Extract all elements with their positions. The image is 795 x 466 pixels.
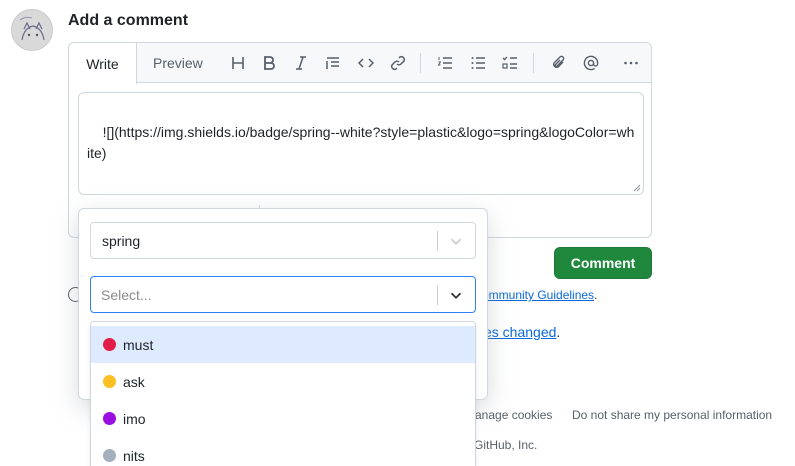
comment-textarea[interactable]: ![](https://img.shields.io/badge/spring-… xyxy=(78,92,644,195)
option-must[interactable]: must xyxy=(91,326,475,363)
select-separator xyxy=(437,231,438,251)
label-color-dot xyxy=(103,338,116,351)
label-color-dot xyxy=(103,412,116,425)
comment-body-text: ![](https://img.shields.io/badge/spring-… xyxy=(87,124,635,161)
footer-manage-cookies[interactable]: anage cookies xyxy=(475,408,552,422)
files-changed-link[interactable]: es changed xyxy=(484,324,556,340)
files-changed-note: es changed. xyxy=(484,324,561,340)
option-imo[interactable]: imo xyxy=(91,400,475,437)
avatar[interactable] xyxy=(11,9,53,51)
toolbar-divider xyxy=(420,53,421,73)
comment-heading: Add a comment xyxy=(68,12,189,29)
editor-toolbar: Write Preview xyxy=(69,43,651,84)
label-color-dot xyxy=(103,449,116,462)
select-options-menu: must ask imo nits xyxy=(90,321,476,466)
second-select[interactable]: Select... xyxy=(90,276,476,313)
chevron-down-icon[interactable] xyxy=(447,286,465,304)
toolbar-divider xyxy=(533,53,534,73)
bold-icon[interactable] xyxy=(259,53,279,73)
select-separator xyxy=(437,285,438,305)
label-color-dot xyxy=(103,375,116,388)
footer-do-not-share[interactable]: Do not share my personal information xyxy=(572,408,772,422)
second-select-placeholder: Select... xyxy=(101,287,152,303)
tab-write[interactable]: Write xyxy=(69,43,137,84)
comment-submit-button[interactable]: Comment xyxy=(554,247,652,279)
heading-icon[interactable] xyxy=(228,53,248,73)
attach-icon[interactable] xyxy=(549,53,569,73)
avatar-sketch-icon xyxy=(12,10,52,50)
task-list-icon[interactable] xyxy=(500,53,520,73)
italic-icon[interactable] xyxy=(291,53,311,73)
option-ask[interactable]: ask xyxy=(91,363,475,400)
resize-handle-icon[interactable] xyxy=(633,184,641,192)
guidelines-link[interactable]: ommunity Guidelines xyxy=(482,288,594,302)
quote-icon[interactable] xyxy=(323,53,343,73)
numbered-list-icon[interactable] xyxy=(435,53,455,73)
link-icon[interactable] xyxy=(388,53,408,73)
option-nits[interactable]: nits xyxy=(91,437,475,466)
footer-copyright: GitHub, Inc. xyxy=(474,438,538,452)
more-icon[interactable] xyxy=(621,53,641,73)
tab-preview[interactable]: Preview xyxy=(153,55,203,71)
chevron-down-icon[interactable] xyxy=(447,232,465,250)
guidelines-note: ommunity Guidelines. xyxy=(482,288,598,302)
bullet-list-icon[interactable] xyxy=(468,53,488,73)
first-select[interactable]: spring xyxy=(90,222,476,259)
first-select-value: spring xyxy=(102,233,141,249)
mention-icon[interactable] xyxy=(581,53,601,73)
code-icon[interactable] xyxy=(356,53,376,73)
